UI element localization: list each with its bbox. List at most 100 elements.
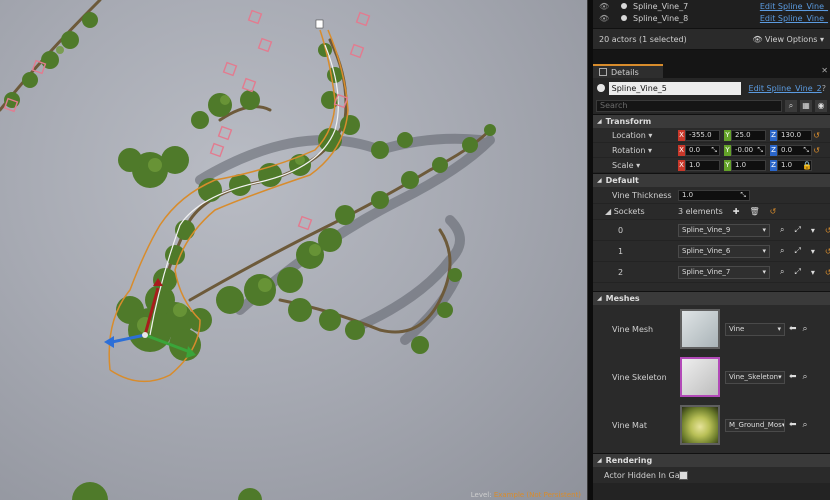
section-default[interactable]: ◢ Default bbox=[593, 173, 830, 187]
use-selected-icon[interactable]: ⬅ bbox=[789, 324, 797, 334]
sockets-count: 3 elements bbox=[678, 207, 723, 216]
vine-mat-thumbnail[interactable] bbox=[680, 405, 720, 445]
vine-skeleton-combo[interactable]: Vine_Skeleton ▾ bbox=[725, 370, 785, 384]
section-transform[interactable]: ◢ Transform bbox=[593, 114, 830, 128]
vine-thickness-row: Vine Thickness 1.0 ⤡ bbox=[593, 187, 830, 204]
vine-mesh-thumbnail[interactable] bbox=[680, 309, 720, 349]
actor-name-field[interactable]: Spline_Vine_5 bbox=[608, 81, 741, 95]
tab-details-label: Details bbox=[611, 67, 639, 77]
vine-skeleton-thumbnail[interactable] bbox=[680, 357, 720, 397]
spin-icon: ⤡ bbox=[711, 145, 717, 154]
picker-icon[interactable]: ⤢ bbox=[794, 267, 800, 277]
dropdown-icon[interactable]: ▾ bbox=[811, 247, 815, 256]
vine-mat-label: Vine Mat bbox=[612, 420, 647, 430]
level-status-value[interactable]: Example (Not Persistent) bbox=[494, 491, 581, 499]
location-z-field[interactable]: 130.0 bbox=[777, 129, 812, 141]
search-icon[interactable]: ⌕ bbox=[803, 372, 808, 382]
section-title: Default bbox=[605, 176, 639, 185]
search-input[interactable]: Search bbox=[596, 100, 782, 112]
details-tabbar: Details ✕ bbox=[593, 64, 830, 78]
reset-icon[interactable]: ↺ bbox=[825, 268, 830, 277]
section-title: Rendering bbox=[605, 456, 653, 465]
spin-icon: ⤡ bbox=[740, 190, 746, 199]
dropdown-icon[interactable]: ▾ bbox=[811, 226, 815, 235]
reset-icon[interactable]: ↺ bbox=[825, 247, 830, 256]
actor-name-row: Spline_Vine_5 Edit Spline_Vine_2 ? bbox=[593, 78, 830, 98]
eye-icon[interactable]: 👁 bbox=[599, 14, 611, 23]
picker-icon[interactable]: ⤢ bbox=[794, 225, 800, 235]
vine-skeleton-value: Vine_Skeleton bbox=[729, 372, 779, 381]
search-icon[interactable]: ⌕ bbox=[780, 246, 784, 256]
use-selected-icon[interactable]: ⬅ bbox=[789, 420, 797, 430]
socket-combo[interactable]: Spline_Vine_6 ▾ bbox=[678, 244, 770, 258]
search-icon[interactable]: ⌕ bbox=[780, 267, 784, 277]
vine-mesh-row: Vine Mesh Vine ▾ ⬅ ⌕ bbox=[593, 305, 830, 353]
collapse-icon: ◢ bbox=[597, 118, 602, 125]
scale-y-field[interactable]: 1.0 bbox=[731, 159, 766, 171]
use-selected-icon[interactable]: ⬅ bbox=[789, 372, 797, 382]
reset-icon[interactable]: ↺ bbox=[813, 131, 820, 140]
reset-icon[interactable]: ↺ bbox=[770, 207, 777, 216]
sockets-label[interactable]: ◢ Sockets bbox=[605, 207, 645, 216]
tab-details[interactable]: Details bbox=[593, 64, 663, 78]
vine-mesh-combo[interactable]: Vine ▾ bbox=[725, 322, 785, 336]
rotation-label[interactable]: Rotation ▾ bbox=[612, 146, 652, 155]
rotation-y-field[interactable]: -0.00 ⤡ bbox=[731, 144, 766, 156]
picker-icon[interactable]: ⤢ bbox=[794, 246, 800, 256]
eye-icon: 👁 bbox=[752, 34, 766, 44]
close-icon[interactable]: ✕ bbox=[821, 66, 828, 75]
vine-thickness-field[interactable]: 1.0 ⤡ bbox=[678, 189, 750, 201]
actor-hidden-checkbox[interactable] bbox=[679, 470, 688, 480]
actor-name: Spline_Vine_7 bbox=[633, 1, 689, 11]
rotation-x-field[interactable]: 0.0 ⤡ bbox=[685, 144, 720, 156]
edit-blueprint-link[interactable]: Edit Spline_Vine_ bbox=[760, 2, 828, 11]
socket-combo[interactable]: Spline_Vine_9 ▾ bbox=[678, 223, 770, 237]
location-x-value: -355.0 bbox=[689, 130, 712, 139]
outliner-footer: 20 actors (1 selected) 👁 View Options ▾ bbox=[593, 28, 830, 50]
location-row: Location ▾ X -355.0 Y 25.0 Z 130.0 ↺ bbox=[593, 128, 830, 143]
socket-element: 0 Spline_Vine_9 ▾ ⌕ ⤢ ▾ ↺ bbox=[593, 220, 830, 241]
rotation-z-value: 0.0 bbox=[781, 145, 793, 154]
side-panel: 👁 Spline_Vine_7 Edit Spline_Vine_ 👁 Spli… bbox=[593, 0, 830, 500]
scale-row: Scale ▾ X 1.0 Y 1.0 Z 1.0 🔒 bbox=[593, 158, 830, 173]
vine-mat-combo[interactable]: M_Ground_Mos ▾ bbox=[725, 418, 785, 432]
view-options-button[interactable]: 👁 View Options ▾ bbox=[752, 35, 824, 44]
section-rendering[interactable]: ◢ Rendering bbox=[593, 453, 830, 467]
spin-icon: ⤡ bbox=[757, 145, 763, 154]
edit-blueprint-link[interactable]: Edit Spline_Vine_ bbox=[760, 14, 828, 23]
help-icon[interactable]: ? bbox=[822, 84, 826, 93]
reset-icon[interactable]: ↺ bbox=[825, 226, 830, 235]
socket-combo[interactable]: Spline_Vine_7 ▾ bbox=[678, 265, 770, 279]
scale-x-value: 1.0 bbox=[689, 160, 701, 169]
location-label[interactable]: Location ▾ bbox=[612, 131, 652, 140]
search-icon[interactable]: ⌕ bbox=[785, 100, 797, 112]
level-viewport[interactable]: Level: Example (Not Persistent) bbox=[0, 0, 587, 500]
eye-icon[interactable]: ◉ bbox=[815, 100, 827, 112]
eye-icon[interactable]: 👁 bbox=[599, 2, 611, 11]
add-element-icon[interactable]: ✚ bbox=[733, 207, 740, 216]
search-icon[interactable]: ⌕ bbox=[803, 420, 808, 430]
grid-icon[interactable]: ▦ bbox=[800, 100, 812, 112]
search-icon[interactable]: ⌕ bbox=[780, 225, 784, 235]
edit-blueprint-link[interactable]: Edit Spline_Vine_2 bbox=[749, 84, 822, 93]
lock-icon[interactable]: 🔒 bbox=[802, 161, 812, 170]
outliner-row[interactable]: 👁 Spline_Vine_8 Edit Spline_Vine_ bbox=[593, 12, 830, 24]
section-title: Meshes bbox=[605, 294, 640, 303]
location-y-field[interactable]: 25.0 bbox=[731, 129, 766, 141]
scale-x-field[interactable]: 1.0 bbox=[685, 159, 720, 171]
location-x-field[interactable]: -355.0 bbox=[685, 129, 720, 141]
reset-icon[interactable]: ↺ bbox=[813, 146, 820, 155]
section-meshes[interactable]: ◢ Meshes bbox=[593, 291, 830, 305]
details-icon bbox=[599, 68, 607, 76]
search-icon[interactable]: ⌕ bbox=[803, 324, 808, 334]
editor-window: Level: Example (Not Persistent) 👁 Spline… bbox=[0, 0, 830, 500]
scale-text: Scale bbox=[612, 160, 634, 170]
outliner-row[interactable]: 👁 Spline_Vine_7 Edit Spline_Vine_ bbox=[593, 0, 830, 12]
level-status: Level: Example (Not Persistent) bbox=[471, 491, 581, 499]
scale-label[interactable]: Scale ▾ bbox=[612, 161, 640, 170]
location-z-value: 130.0 bbox=[781, 130, 802, 139]
rotation-z-field[interactable]: 0.0 ⤡ bbox=[777, 144, 812, 156]
trash-icon[interactable]: 🗑 bbox=[750, 207, 760, 216]
vine-mat-row: Vine Mat M_Ground_Mos ▾ ⬅ ⌕ bbox=[593, 401, 830, 449]
dropdown-icon[interactable]: ▾ bbox=[811, 268, 815, 277]
